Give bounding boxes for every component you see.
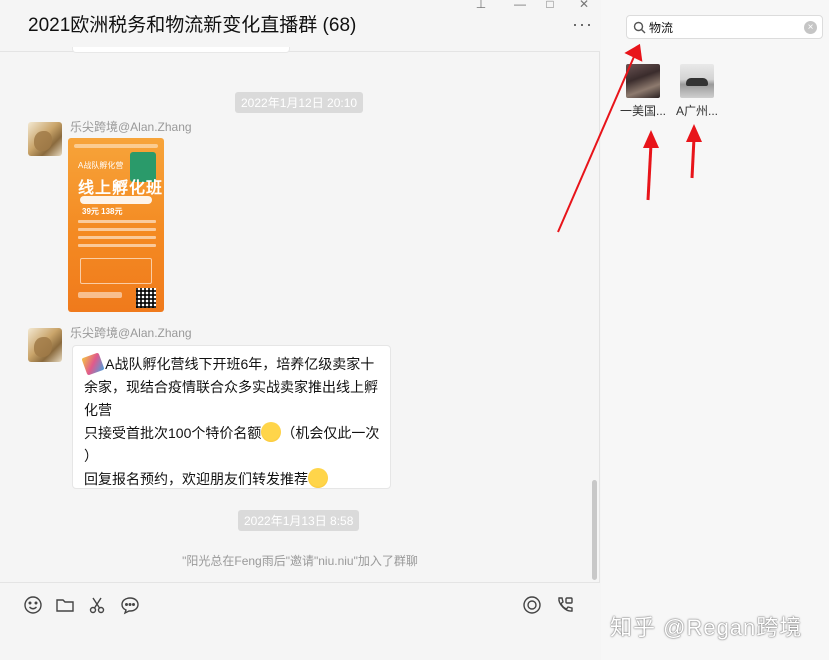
- message-line: 只接受首批次100个特价名额: [84, 425, 262, 441]
- timestamp-chip: 2022年1月12日 20:10: [235, 92, 364, 113]
- message-bubble[interactable]: A战队孵化营线下开班6年，培养亿级卖家十 余家，现结合疫情联合众多实战卖家推出线…: [72, 345, 391, 489]
- thinking-face-icon: [261, 422, 282, 442]
- clear-search-button[interactable]: ×: [804, 21, 817, 34]
- chat-title: 2021欧洲税务和物流新变化直播群 (68): [28, 15, 357, 36]
- folder-icon[interactable]: [55, 595, 75, 615]
- emoji-icon[interactable]: [23, 595, 43, 615]
- timestamp-chip: 2022年1月13日 8:58: [238, 510, 360, 531]
- chat-window: 2021欧洲税务和物流新变化直播群 (68) ⊥ — □ ✕ ··· 2022年…: [0, 0, 600, 660]
- message-line: ）: [84, 448, 98, 464]
- party-popper-icon: [81, 352, 105, 376]
- message-line: A战队孵化营线下开班6年，培养亿级卖家十: [105, 356, 375, 372]
- poster-subtitle: A战队孵化营: [78, 161, 124, 170]
- minimize-icon[interactable]: —: [513, 0, 527, 11]
- scissors-icon[interactable]: [87, 595, 107, 615]
- input-toolbar: [0, 582, 600, 660]
- search-icon: [633, 21, 646, 34]
- chat-header: 2021欧洲税务和物流新变化直播群 (68) ⊥ — □ ✕ ···: [0, 0, 600, 52]
- search-result-item[interactable]: A广州...: [667, 64, 727, 119]
- message-line: （机会仅此一次: [281, 425, 380, 441]
- pin-icon[interactable]: ⊥: [474, 0, 488, 11]
- search-result-item[interactable]: 一美国...: [613, 64, 673, 119]
- qr-code-icon: [136, 288, 156, 308]
- result-label: 一美国...: [619, 104, 666, 118]
- poster-price: 39元 138元: [82, 207, 123, 216]
- message-line: 余家，现结合疫情联合众多实战卖家推出线上孵: [84, 379, 378, 395]
- poster-image[interactable]: A战队孵化营 线上孵化班 39元 138元: [68, 138, 164, 312]
- search-box[interactable]: ×: [626, 15, 823, 39]
- avatar[interactable]: [28, 328, 62, 362]
- sender-name: 乐尖跨境@Alan.Zhang: [70, 120, 192, 134]
- result-thumbnail: [680, 64, 714, 98]
- avatar[interactable]: [28, 122, 62, 156]
- maximize-icon[interactable]: □: [543, 0, 557, 11]
- chat-scrollbar[interactable]: [592, 480, 597, 580]
- comment-icon[interactable]: [120, 595, 140, 615]
- video-call-icon[interactable]: [555, 595, 575, 615]
- result-label: A广州...: [675, 104, 718, 118]
- result-thumbnail: [626, 64, 660, 98]
- close-icon[interactable]: ✕: [577, 0, 591, 11]
- message-line: 回复报名预约，欢迎朋友们转发推荐: [84, 471, 308, 487]
- previous-message-card: [72, 47, 290, 53]
- search-input[interactable]: [649, 19, 799, 36]
- watermark: 知乎 @Regan跨境: [610, 615, 803, 640]
- more-options-button[interactable]: ···: [572, 15, 594, 34]
- smiling-face-icon: [308, 468, 328, 488]
- sender-name: 乐尖跨境@Alan.Zhang: [70, 326, 192, 340]
- system-message: "阳光总在Feng雨后"邀请"niu.niu"加入了群聊: [182, 554, 418, 568]
- live-icon[interactable]: [522, 595, 542, 615]
- message-line: 化营: [84, 402, 112, 418]
- poster-title: 线上孵化班: [78, 180, 164, 197]
